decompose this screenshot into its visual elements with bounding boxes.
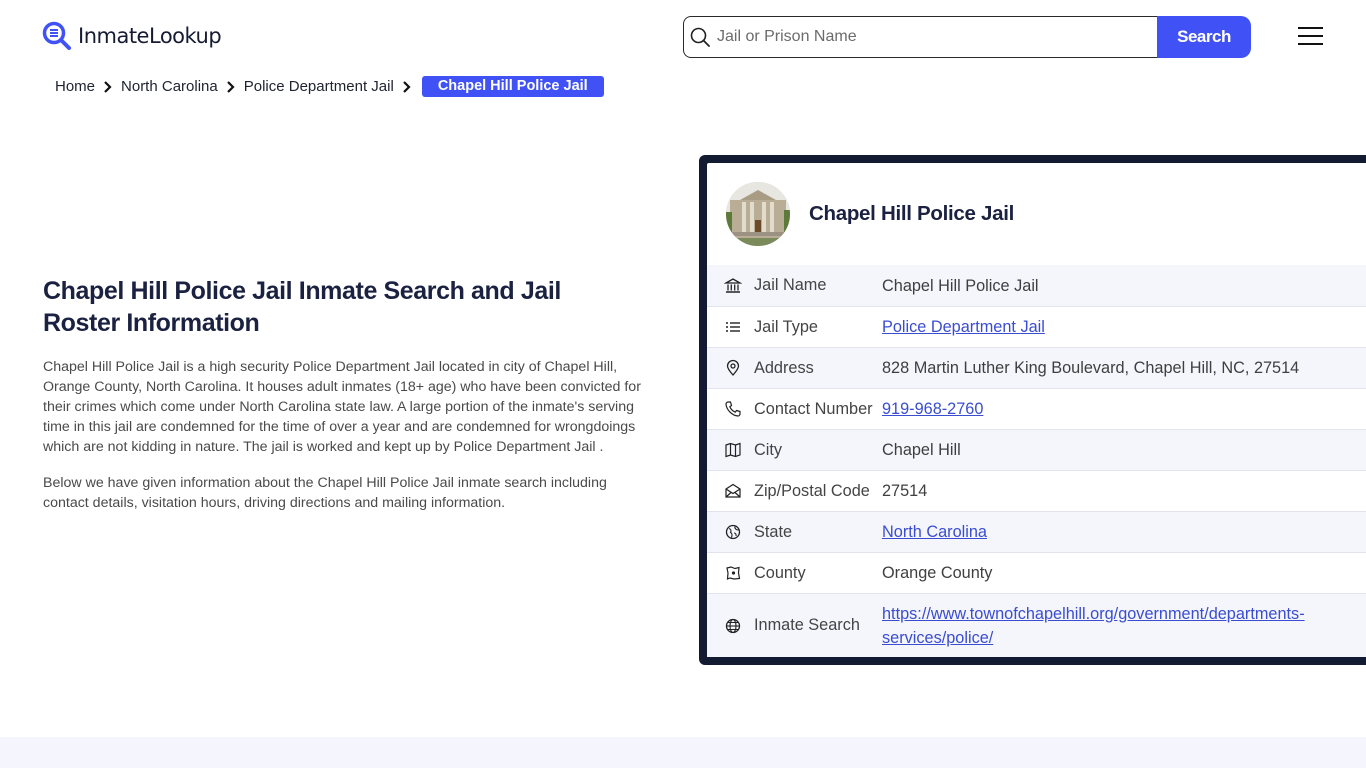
jail-type-link[interactable]: Police Department Jail xyxy=(882,318,1045,336)
map-icon xyxy=(725,442,741,458)
info-row-city: City Chapel Hill xyxy=(707,429,1366,470)
breadcrumb-home[interactable]: Home xyxy=(55,78,95,95)
info-row-jail-name: Jail Name Chapel Hill Police Jail xyxy=(707,265,1366,306)
info-row-inmate-search: Inmate Search https://www.townofchapelhi… xyxy=(707,593,1366,657)
row-label: County xyxy=(754,563,806,582)
row-label: Contact Number xyxy=(754,399,873,418)
inmate-search-link[interactable]: https://www.townofchapelhill.org/governm… xyxy=(882,605,1305,647)
row-value: Chapel Hill Police Jail xyxy=(882,276,1039,295)
phone-link[interactable]: 919-968-2760 xyxy=(882,400,983,418)
page-title: Chapel Hill Police Jail Inmate Search an… xyxy=(43,277,561,337)
info-row-address: Address 828 Martin Luther King Boulevard… xyxy=(707,347,1366,388)
chevron-right-icon xyxy=(403,80,411,93)
county-map-icon xyxy=(726,566,741,580)
map-pin-icon xyxy=(726,359,740,376)
row-label: City xyxy=(754,440,783,459)
info-row-contact: Contact Number 919-968-2760 xyxy=(707,388,1366,429)
intro-paragraph: Below we have given information about th… xyxy=(43,475,607,511)
info-row-jail-type: Jail Type Police Department Jail xyxy=(707,306,1366,347)
row-label: Jail Name xyxy=(754,276,827,294)
jail-info-card: Chapel Hill Police Jail Jail Name Chapel… xyxy=(699,155,1366,665)
chevron-right-icon xyxy=(104,80,112,93)
breadcrumb-jail-type[interactable]: Police Department Jail xyxy=(244,78,394,95)
row-label: Address xyxy=(754,358,814,377)
row-label: Zip/Postal Code xyxy=(754,481,870,500)
logo-text: InmateLookup xyxy=(78,24,222,48)
info-table: Jail Name Chapel Hill Police Jail Jail T… xyxy=(707,265,1366,657)
breadcrumb: Home North Carolina Police Department Ja… xyxy=(55,76,604,97)
row-label: Jail Type xyxy=(754,317,818,336)
row-label: State xyxy=(754,522,793,541)
logo-link[interactable]: InmateLookup xyxy=(42,21,222,51)
search-form: Search xyxy=(683,16,1251,58)
info-row-state: State North Carolina xyxy=(707,511,1366,552)
card-title: Chapel Hill Police Jail xyxy=(809,202,1015,225)
row-value: 828 Martin Luther King Boulevard, Chapel… xyxy=(882,359,1300,377)
search-icon xyxy=(690,27,710,47)
info-row-zip: Zip/Postal Code 27514 xyxy=(707,470,1366,511)
phone-icon xyxy=(725,401,741,417)
intro-paragraph: Chapel Hill Police Jail is a high securi… xyxy=(43,359,641,455)
breadcrumb-current: Chapel Hill Police Jail xyxy=(421,76,604,97)
globe-stand-icon xyxy=(725,524,741,540)
world-icon xyxy=(725,618,741,633)
state-link[interactable]: North Carolina xyxy=(882,523,987,541)
search-box xyxy=(683,16,1157,58)
footer-section xyxy=(0,737,1366,768)
search-button[interactable]: Search xyxy=(1157,16,1251,58)
chevron-right-icon xyxy=(226,80,235,93)
magnifier-logo-icon xyxy=(42,21,71,50)
search-input[interactable] xyxy=(717,18,1157,56)
jail-photo xyxy=(726,182,790,246)
list-icon xyxy=(726,322,740,332)
row-label: Inmate Search xyxy=(754,616,860,634)
site-header: InmateLookup Search xyxy=(0,0,1366,70)
card-header: Chapel Hill Police Jail xyxy=(707,163,1366,265)
row-value: Chapel Hill xyxy=(882,441,961,459)
row-value: 27514 xyxy=(882,482,928,500)
info-row-county: County Orange County xyxy=(707,552,1366,593)
hamburger-menu-icon[interactable] xyxy=(1297,25,1325,49)
intro-section: Chapel Hill Police Jail Inmate Search an… xyxy=(43,275,643,513)
row-value: Orange County xyxy=(882,564,993,582)
breadcrumb-state[interactable]: North Carolina xyxy=(121,78,218,95)
building-columns-icon xyxy=(724,277,742,293)
mail-open-icon xyxy=(725,483,741,498)
